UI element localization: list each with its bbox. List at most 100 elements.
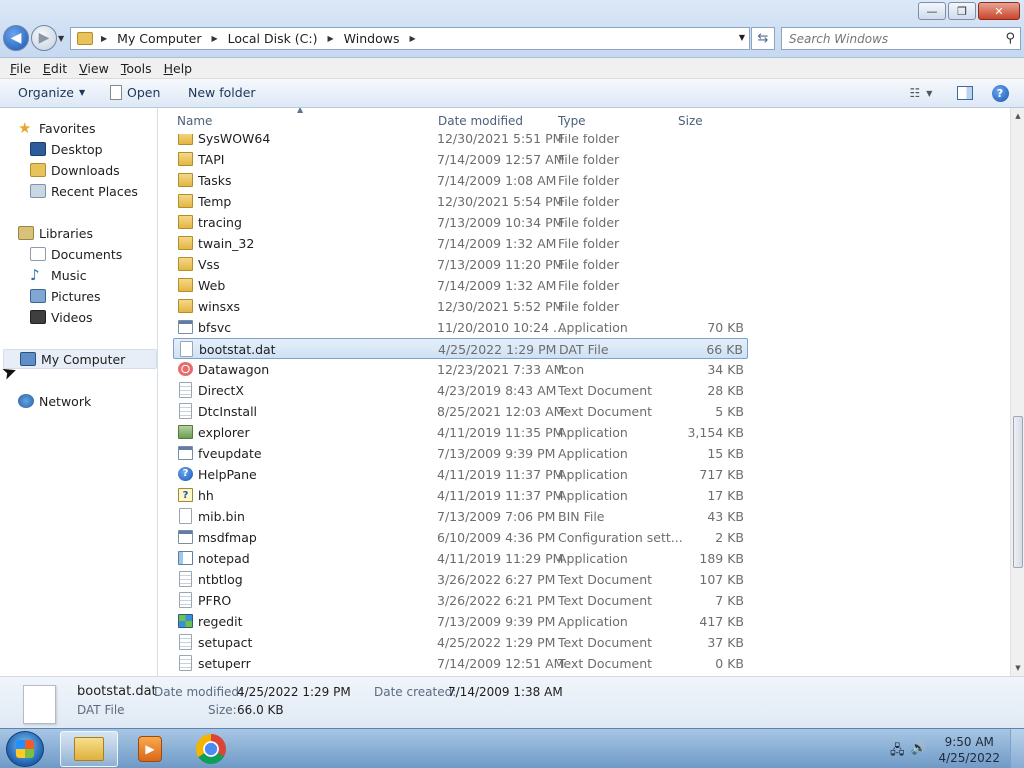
- search-icon[interactable]: ⚲: [1005, 31, 1015, 46]
- menu-edit[interactable]: Edit: [37, 61, 73, 76]
- column-header-type[interactable]: Type: [558, 114, 586, 128]
- table-row[interactable]: mib.bin 7/13/2009 7:06 PM BIN File 43 KB: [173, 506, 748, 527]
- network-tray-icon[interactable]: 🖧: [890, 741, 905, 763]
- table-row[interactable]: winsxs 12/30/2021 5:52 PM File folder: [173, 296, 748, 317]
- file-type: DAT File: [559, 342, 609, 357]
- file-date-modified: 7/14/2009 12:57 AM: [437, 152, 565, 167]
- change-view-button[interactable]: ☷ ▼: [901, 84, 941, 102]
- file-date-modified: 7/14/2009 12:51 AM: [437, 656, 565, 671]
- nav-favorites[interactable]: ★ Favorites: [18, 118, 95, 138]
- table-row[interactable]: Datawagon 12/23/2021 7:33 AM Icon 34 KB: [173, 359, 748, 380]
- file-size: 717 KB: [699, 467, 744, 482]
- new-folder-button[interactable]: New folder: [188, 85, 256, 100]
- documents-icon: [30, 247, 46, 261]
- address-bar[interactable]: ▶ My Computer ▶ Local Disk (C:) ▶ Window…: [70, 27, 750, 50]
- scrollbar-thumb[interactable]: [1013, 416, 1023, 568]
- table-row[interactable]: ? HelpPane 4/11/2019 11:37 PM Application 71…: [173, 464, 748, 485]
- chevron-right-icon[interactable]: ▶: [97, 34, 111, 43]
- table-row[interactable]: Tasks 7/14/2009 1:08 AM File folder: [173, 170, 748, 191]
- app-icon: [178, 446, 193, 460]
- start-button[interactable]: [6, 731, 44, 767]
- table-row[interactable]: notepad 4/11/2019 11:29 PM Application 189 …: [173, 548, 748, 569]
- table-row[interactable]: tracing 7/13/2009 10:34 PM File folder: [173, 212, 748, 233]
- nav-music[interactable]: ♪ Music: [30, 265, 87, 285]
- recent-pages-dropdown[interactable]: ▼: [58, 34, 64, 43]
- scroll-up-icon[interactable]: ▲: [1011, 108, 1024, 124]
- computer-icon: [20, 352, 36, 366]
- vertical-scrollbar[interactable]: ▲ ▼: [1010, 108, 1024, 676]
- file-type: File folder: [558, 194, 620, 209]
- nav-documents[interactable]: Documents: [30, 244, 122, 264]
- menu-help[interactable]: Help: [158, 61, 199, 76]
- organize-button[interactable]: Organize ▼: [18, 85, 85, 100]
- table-row[interactable]: Vss 7/13/2009 11:20 PM File folder: [173, 254, 748, 275]
- preview-pane-button[interactable]: [956, 84, 974, 102]
- column-header-size[interactable]: Size: [678, 114, 703, 128]
- table-row[interactable]: bootstat.dat 4/25/2022 1:29 PM DAT File 66 …: [173, 338, 748, 359]
- nav-network[interactable]: Network: [18, 391, 91, 411]
- table-row[interactable]: TAPI 7/14/2009 12:57 AM File folder: [173, 149, 748, 170]
- nav-videos[interactable]: Videos: [30, 307, 93, 327]
- table-row[interactable]: Web 7/14/2009 1:32 AM File folder: [173, 275, 748, 296]
- column-header-name[interactable]: Name: [177, 114, 212, 128]
- taskbar-media-player[interactable]: ▶: [121, 731, 179, 767]
- file-name: winsxs: [198, 299, 241, 314]
- chevron-right-icon[interactable]: ▶: [207, 34, 221, 43]
- menu-file[interactable]: File: [4, 61, 37, 76]
- breadcrumb-my-computer[interactable]: My Computer: [115, 31, 203, 46]
- file-type: Application: [558, 467, 628, 482]
- nav-downloads[interactable]: Downloads: [30, 160, 120, 180]
- nav-label: Libraries: [39, 225, 93, 241]
- table-row[interactable]: twain_32 7/14/2009 1:32 AM File folder: [173, 233, 748, 254]
- table-row[interactable]: explorer 4/11/2019 11:35 PM Application 3,1…: [173, 422, 748, 443]
- file-date-modified: 3/26/2022 6:27 PM: [437, 572, 556, 587]
- details-pane: bootstat.dat DAT File Date modified: 4/2…: [0, 676, 1024, 728]
- menu-tools[interactable]: Tools: [115, 61, 158, 76]
- address-dropdown-icon[interactable]: ▼: [739, 33, 745, 42]
- back-button[interactable]: ◀: [3, 25, 29, 51]
- minimize-button[interactable]: —: [918, 2, 946, 20]
- breadcrumb-local-disk[interactable]: Local Disk (C:): [226, 31, 320, 46]
- nav-my-computer[interactable]: My Computer: [3, 349, 157, 369]
- table-row[interactable]: setupact 4/25/2022 1:29 PM Text Document 37…: [173, 632, 748, 653]
- menu-view[interactable]: View: [73, 61, 115, 76]
- scroll-down-icon[interactable]: ▼: [1011, 660, 1024, 676]
- open-button[interactable]: Open: [110, 85, 160, 100]
- table-row[interactable]: regedit 7/13/2009 9:39 PM Application 417 K…: [173, 611, 748, 632]
- regedit-icon: [178, 614, 193, 628]
- table-row[interactable]: DirectX 4/23/2019 8:43 AM Text Document 28 …: [173, 380, 748, 401]
- refresh-button[interactable]: ⇆: [751, 27, 775, 50]
- chevron-right-icon[interactable]: ▶: [405, 34, 419, 43]
- nav-pictures[interactable]: Pictures: [30, 286, 101, 306]
- nav-recent-places[interactable]: Recent Places: [30, 181, 138, 201]
- table-row[interactable]: ? hh 4/11/2019 11:37 PM Application 17 KB: [173, 485, 748, 506]
- table-row[interactable]: ntbtlog 3/26/2022 6:27 PM Text Document 107…: [173, 569, 748, 590]
- help-button[interactable]: ?: [990, 84, 1010, 102]
- taskbar-chrome[interactable]: [182, 731, 240, 767]
- table-row[interactable]: PFRO 3/26/2022 6:21 PM Text Document 7 KB: [173, 590, 748, 611]
- nav-libraries[interactable]: Libraries: [18, 223, 93, 243]
- table-row[interactable]: DtcInstall 8/25/2021 12:03 AM Text Documen…: [173, 401, 748, 422]
- table-row[interactable]: bfsvc 11/20/2010 10:24 ... Application 70 K…: [173, 317, 748, 338]
- file-list: ▲ Name Date modified Type Size SysWOW64 1…: [159, 108, 1010, 676]
- breadcrumb-windows[interactable]: Windows: [342, 31, 402, 46]
- text-icon: [179, 592, 192, 608]
- search-input[interactable]: [789, 31, 999, 46]
- table-row[interactable]: Temp 12/30/2021 5:54 PM File folder: [173, 191, 748, 212]
- nav-desktop[interactable]: Desktop: [30, 139, 103, 159]
- clock[interactable]: 9:50 AM 4/25/2022: [938, 734, 1000, 766]
- maximize-button[interactable]: ❐: [948, 2, 976, 20]
- sort-ascending-icon: ▲: [297, 108, 304, 114]
- forward-button[interactable]: ▶: [31, 25, 57, 51]
- close-button[interactable]: ✕: [978, 2, 1020, 20]
- column-header-date-modified[interactable]: Date modified: [438, 114, 523, 128]
- chevron-right-icon[interactable]: ▶: [324, 34, 338, 43]
- file-date-modified: 4/25/2022 1:29 PM: [438, 342, 557, 357]
- taskbar-explorer[interactable]: [60, 731, 118, 767]
- volume-icon[interactable]: 🔊: [911, 741, 927, 763]
- table-row[interactable]: fveupdate 7/13/2009 9:39 PM Application 15 …: [173, 443, 748, 464]
- search-box[interactable]: ⚲: [781, 27, 1021, 50]
- table-row[interactable]: setuperr 7/14/2009 12:51 AM Text Document 0…: [173, 653, 748, 674]
- table-row[interactable]: msdfmap 6/10/2009 4:36 PM Configuration se…: [173, 527, 748, 548]
- show-desktop-button[interactable]: [1010, 729, 1024, 768]
